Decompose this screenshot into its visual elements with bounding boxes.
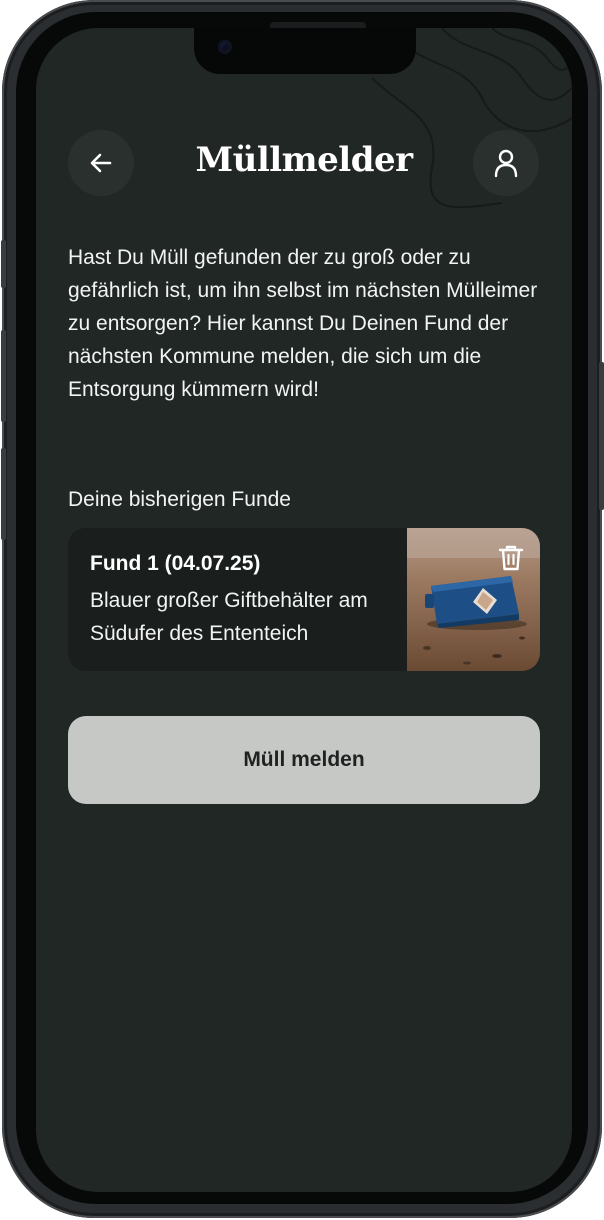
volume-up-button xyxy=(1,330,6,422)
delete-button[interactable] xyxy=(496,542,526,574)
fund-card[interactable]: Fund 1 (04.07.25) Blauer großer Giftbehä… xyxy=(68,528,540,671)
app-screen: Müllmelder Hast Du Müll gefunden der zu … xyxy=(36,28,572,1192)
section-label-funde: Deine bisherigen Funde xyxy=(68,488,291,511)
front-camera xyxy=(218,40,232,54)
phone-frame: Müllmelder Hast Du Müll gefunden der zu … xyxy=(1,0,604,1218)
profile-button[interactable] xyxy=(473,130,539,196)
intro-text: Hast Du Müll gefunden der zu groß oder z… xyxy=(68,246,538,401)
power-button xyxy=(599,362,604,510)
report-waste-button[interactable]: Müll melden xyxy=(68,716,540,804)
trash-icon xyxy=(498,545,524,571)
fund-title: Fund 1 (04.07.25) xyxy=(90,552,261,575)
user-icon xyxy=(494,149,518,178)
mute-switch xyxy=(1,240,6,288)
fund-description: Blauer großer Giftbehälter am Südufer de… xyxy=(90,589,368,645)
volume-down-button xyxy=(1,448,6,540)
notch xyxy=(194,28,416,74)
